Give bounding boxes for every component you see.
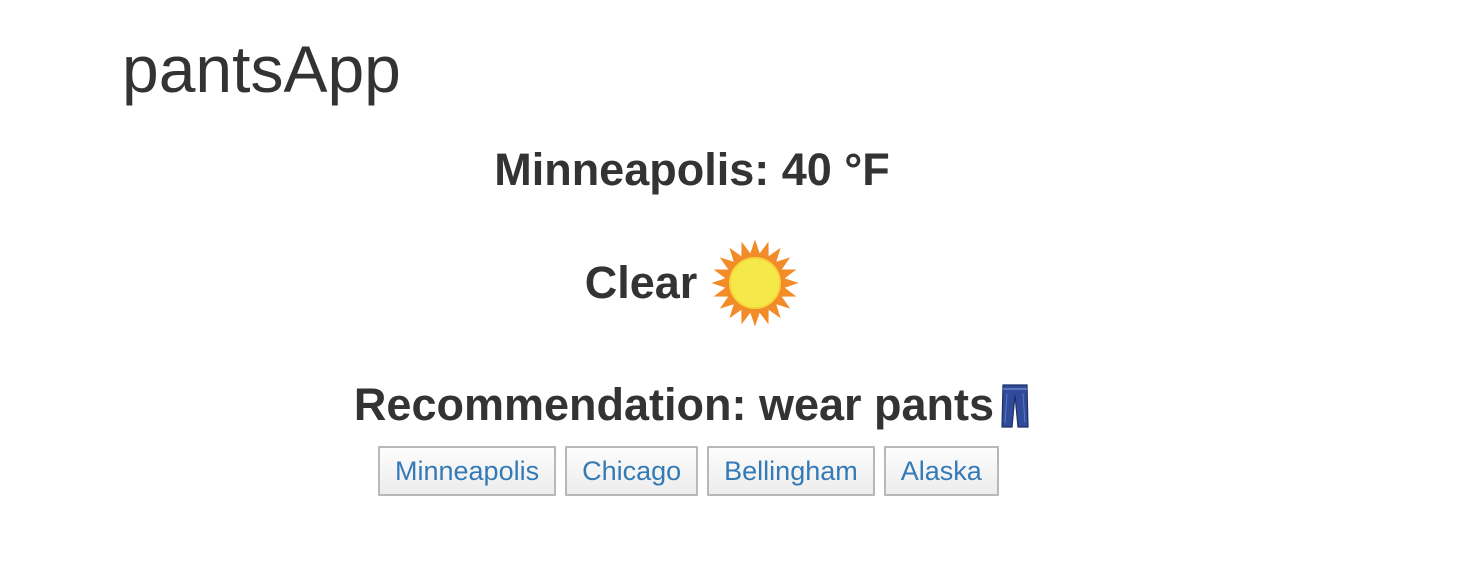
city-button-alaska[interactable]: Alaska: [883, 446, 999, 496]
condition-label: Clear: [584, 257, 698, 309]
recommendation-label: Recommendation: wear pants: [353, 379, 995, 431]
recommendation: Recommendation: wear pants: [0, 370, 1384, 437]
jeans-icon: [1000, 382, 1030, 428]
sun-icon: [711, 239, 799, 327]
city-button-bellingham[interactable]: Bellingham: [707, 446, 875, 496]
app-title: pantsApp: [122, 32, 401, 106]
weather-condition: Clear: [0, 236, 1384, 327]
city-button-minneapolis[interactable]: Minneapolis: [378, 446, 557, 496]
city-button-group: Minneapolis Chicago Bellingham Alaska: [378, 446, 999, 496]
weather-summary: Minneapolis: 40 °F: [494, 144, 890, 195]
city-button-chicago[interactable]: Chicago: [565, 446, 699, 496]
